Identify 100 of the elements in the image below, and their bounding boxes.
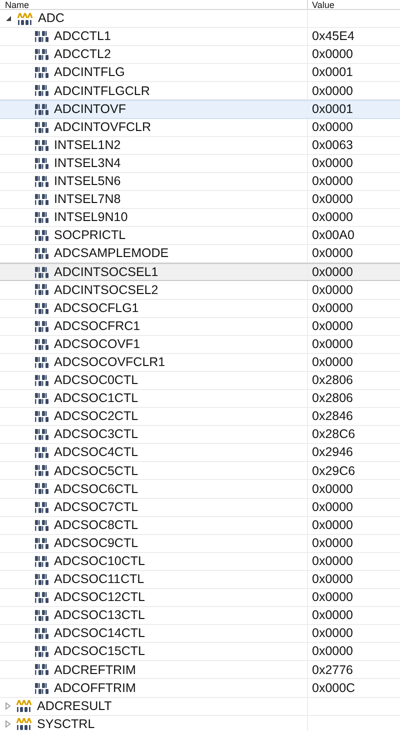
register-row[interactable]: ADCSOC8CTL 0x0000 [0, 516, 400, 535]
register-row[interactable]: ADCINTSOCSEL1 0x0000 [0, 263, 400, 282]
register-icon [35, 556, 49, 567]
register-row[interactable]: INTSEL3N4 0x0000 [0, 154, 400, 173]
register-name: ADCCTL2 [54, 46, 111, 64]
register-icon [35, 85, 49, 96]
register-icon [35, 140, 49, 151]
register-value: 0x0000 [312, 173, 354, 190]
register-name: INTSEL3N4 [54, 154, 121, 172]
register-icon [35, 374, 49, 386]
register-value: 0x0000 [312, 480, 354, 498]
register-row[interactable]: ADCCTL1 0x45E4 [0, 28, 400, 46]
register-row[interactable]: ADCREFTRIM 0x2776 [0, 661, 400, 680]
register-row[interactable]: ADCSOC2CTL 0x2846 [0, 408, 400, 426]
register-icon [35, 194, 49, 205]
register-row[interactable]: ADCSOC14CTL 0x0000 [0, 625, 400, 644]
register-name: SOCPRICTL [54, 227, 126, 244]
register-row[interactable]: INTSEL1N2 0x0063 [0, 136, 400, 155]
register-name: ADCINTOVF [54, 101, 126, 118]
register-icon [35, 104, 49, 116]
register-row[interactable]: ADCSOC9CTL 0x0000 [0, 534, 400, 553]
register-value: 0x29C6 [312, 462, 356, 480]
register-row[interactable]: ADCSOCOVFCLR1 0x0000 [0, 354, 400, 372]
register-icon [35, 664, 49, 676]
register-row[interactable]: INTSEL7N8 0x0000 [0, 190, 400, 210]
register-row[interactable]: ADCSOC13CTL 0x0000 [0, 607, 400, 626]
register-row[interactable]: ADCSOCFLG1 0x0000 [0, 300, 400, 318]
register-row[interactable]: ADCSOC3CTL 0x28C6 [0, 426, 400, 444]
register-value: 0x0000 [312, 336, 354, 353]
register-icon [35, 158, 49, 169]
register-value: 0x0000 [312, 589, 354, 606]
register-row[interactable]: ADCSOC5CTL 0x29C6 [0, 462, 400, 480]
register-row[interactable]: ADCSOC4CTL 0x2946 [0, 444, 400, 462]
register-name: ADCSOC5CTL [54, 462, 138, 480]
register-value: 0x0000 [312, 264, 354, 281]
register-name: ADCSOC1CTL [54, 390, 138, 408]
register-icon [35, 338, 49, 350]
register-value: 0x0000 [312, 354, 354, 371]
register-row[interactable]: ADCINTOVFCLR 0x0000 [0, 118, 400, 137]
register-icon [35, 465, 49, 476]
collapse-arrow-icon[interactable] [5, 15, 12, 22]
register-name: ADCSOC11CTL [54, 571, 144, 588]
register-row[interactable]: ADCSOC7CTL 0x0000 [0, 498, 400, 517]
register-name: ADCSOC0CTL [54, 372, 138, 390]
register-icon [35, 356, 49, 368]
register-value: 0x0000 [312, 46, 354, 64]
register-row[interactable]: ADCSOC1CTL 0x2806 [0, 390, 400, 408]
register-icon [35, 411, 49, 422]
register-name: ADCREFTRIM [54, 662, 136, 679]
register-row[interactable]: ADCINTSOCSEL2 0x0000 [0, 281, 400, 300]
register-name: ADCSOC8CTL [54, 516, 138, 534]
register-name: INTSEL1N2 [54, 136, 121, 154]
register-name: ADCINTSOCSEL2 [54, 282, 158, 299]
register-row[interactable]: ADCSOC11CTL 0x0000 [0, 570, 400, 589]
register-icon [35, 483, 49, 494]
register-icon [35, 302, 49, 314]
expand-arrow-icon[interactable] [5, 702, 11, 710]
register-row[interactable]: ADCSOCOVF1 0x0000 [0, 336, 400, 354]
register-icon [35, 67, 49, 78]
register-value: 0x0000 [312, 245, 354, 262]
register-row[interactable]: ADCSOC15CTL 0x0000 [0, 643, 400, 662]
register-row[interactable]: ADCSOC10CTL 0x0000 [0, 552, 400, 571]
register-row[interactable]: ADCINTFLG 0x0001 [0, 64, 400, 82]
register-row[interactable]: INTSEL5N6 0x0000 [0, 172, 400, 191]
register-value: 0x0000 [312, 154, 354, 172]
column-header[interactable]: Name [5, 0, 30, 10]
register-name: ADCSOC10CTL [54, 552, 145, 570]
register-row[interactable]: ADCSOC12CTL 0x0000 [0, 589, 400, 608]
register-value: 0x00A0 [312, 227, 354, 244]
register-value: 0x45E4 [312, 28, 354, 46]
register-icon [35, 31, 49, 42]
register-value: 0x2946 [312, 444, 354, 462]
register-icon [35, 393, 49, 404]
expand-arrow-icon[interactable] [5, 720, 11, 728]
register-icon [35, 520, 49, 531]
register-value: 0x0000 [312, 82, 354, 100]
register-value: 0x0000 [312, 318, 354, 335]
register-name: ADCINTOVFCLR [54, 118, 152, 136]
register-row[interactable]: ADCINTOVF 0x0001 [0, 100, 400, 119]
register-row[interactable]: ADCSOCFRC1 0x0000 [0, 318, 400, 336]
register-icon [35, 429, 49, 440]
register-name: INTSEL9N10 [54, 209, 128, 226]
register-value: 0x0001 [312, 101, 354, 118]
register-row[interactable]: INTSEL9N10 0x0000 [0, 209, 400, 228]
register-icon [35, 266, 49, 278]
register-value: 0x0000 [312, 191, 354, 208]
column-header[interactable]: Value [312, 0, 334, 10]
register-row[interactable]: ADCSOC0CTL 0x2806 [0, 372, 400, 390]
register-name: ADCINTSOCSEL1 [54, 264, 158, 281]
register-value: 0x0001 [312, 64, 354, 82]
register-name: ADCSOCFRC1 [54, 318, 140, 335]
register-icon [35, 122, 49, 133]
register-row[interactable]: SOCPRICTL 0x00A0 [0, 227, 400, 246]
register-icon [35, 538, 49, 549]
register-row[interactable]: ADCSOC6CTL 0x0000 [0, 480, 400, 499]
register-row[interactable]: ADCOFFTRIM 0x000C [0, 679, 400, 698]
register-value: 0x2806 [312, 372, 354, 390]
group-name: ADCRESULT [37, 698, 112, 715]
register-row[interactable]: ADCCTL2 0x0000 [0, 46, 400, 64]
register-icon [35, 212, 49, 224]
